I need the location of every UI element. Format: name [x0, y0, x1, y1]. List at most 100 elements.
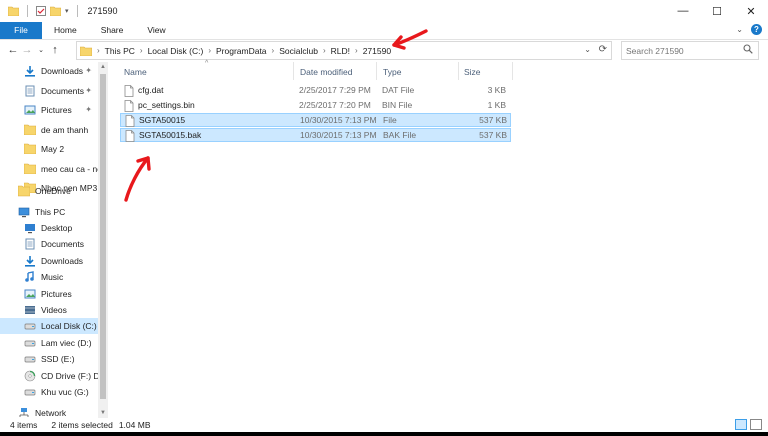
pin-icon: ✦	[85, 105, 92, 114]
file-size: 3 KB	[487, 85, 506, 95]
column-header-name[interactable]: Name	[124, 65, 147, 79]
file-icon	[125, 129, 135, 144]
sidebar-item-meo-cau-ca-ne[interactable]: meo cau ca - ne	[0, 161, 98, 177]
scroll-up-icon[interactable]: ▲	[100, 64, 106, 70]
breadcrumb-programdata[interactable]: ProgramData	[216, 46, 267, 56]
tab-file[interactable]: File	[0, 22, 42, 39]
breadcrumb-separator: ›	[139, 46, 143, 55]
sidebar-item-label: OneDrive	[35, 186, 71, 196]
tab-view[interactable]: View	[135, 22, 177, 39]
sidebar-item-cd-drive-f-d-c[interactable]: CD Drive (F:) D-c	[0, 368, 98, 384]
breadcrumb-this-pc[interactable]: This PC	[105, 46, 135, 56]
file-row-cfg-dat[interactable]: cfg.dat 2/25/2017 7:29 PM DAT File 3 KB	[120, 84, 511, 98]
maximize-button[interactable]: ☐	[700, 0, 734, 22]
sidebar-item-ssd-e[interactable]: SSD (E:)	[0, 351, 98, 367]
sidebar-item-khu-vuc-g[interactable]: Khu vuc (G:)	[0, 384, 98, 400]
column-divider[interactable]	[293, 62, 294, 80]
pin-icon: ✦	[85, 85, 92, 95]
breadcrumb-271590[interactable]: 271590	[363, 46, 391, 56]
sidebar-item-onedrive[interactable]: OneDrive	[0, 183, 98, 199]
view-switcher	[735, 419, 762, 430]
minimize-button[interactable]: —	[666, 0, 700, 22]
column-header-size[interactable]: Size	[464, 65, 481, 79]
file-name: SGTA50015	[139, 115, 186, 125]
file-date-modified: 2/25/2017 7:20 PM	[299, 99, 371, 110]
picture-icon	[24, 288, 36, 300]
window-title: 271590	[87, 6, 118, 16]
picture-icon	[24, 104, 36, 116]
up-button[interactable]: ↑	[48, 42, 62, 58]
sidebar-item-downloads[interactable]: Downloads	[0, 253, 98, 269]
sidebar-item-label: Desktop	[41, 223, 73, 233]
column-header-date[interactable]: Date modified	[300, 65, 352, 79]
column-header-type[interactable]: Type	[383, 65, 401, 79]
tab-home[interactable]: Home	[42, 22, 89, 39]
new-folder-icon[interactable]	[50, 6, 61, 16]
scroll-down-icon[interactable]: ▼	[100, 410, 106, 416]
help-icon[interactable]: ?	[751, 24, 762, 35]
column-divider[interactable]	[512, 62, 513, 80]
customize-toolbar-icon[interactable]: ▾	[65, 7, 69, 15]
sidebar-item-pictures[interactable]: Pictures ✦	[0, 102, 98, 118]
file-type: File	[383, 115, 397, 125]
address-history-chevron-icon[interactable]: ⌄	[584, 45, 591, 54]
sidebar-item-label: SSD (E:)	[41, 354, 75, 365]
sidebar-item-local-disk-c[interactable]: Local Disk (C:)	[0, 318, 98, 335]
details-view-button[interactable]	[735, 419, 747, 430]
column-divider[interactable]	[458, 62, 459, 80]
breadcrumb-socialclub[interactable]: Socialclub	[279, 46, 318, 56]
download-icon	[24, 255, 36, 267]
column-divider[interactable]	[376, 62, 377, 80]
scrollbar-thumb[interactable]	[100, 74, 106, 399]
sidebar-item-label: Documents	[41, 239, 84, 250]
sidebar-item-may-2[interactable]: May 2	[0, 141, 98, 157]
sidebar-item-videos[interactable]: Videos	[0, 302, 98, 318]
sidebar-item-de-am-thanh[interactable]: de am thanh	[0, 122, 98, 138]
sidebar-item-lam-viec-d[interactable]: Lam viec (D:)	[0, 335, 98, 351]
sidebar-item-desktop[interactable]: Desktop	[0, 220, 98, 236]
file-explorer-window: ▾ 271590 — ☐ ✕ File Home Share View ⌄ ? …	[0, 0, 768, 432]
ribbon-tabs: File Home Share View ⌄ ?	[0, 22, 768, 40]
item-count: 4 items	[10, 420, 38, 430]
sidebar-item-label: Downloads	[41, 255, 84, 266]
sidebar-item-network[interactable]: Network	[0, 405, 98, 418]
sidebar-item-label: Downloads	[41, 66, 84, 76]
ribbon-right: ⌄ ?	[736, 24, 762, 35]
computer-icon	[18, 206, 30, 218]
forward-button[interactable]: →	[20, 42, 34, 58]
search-box	[621, 41, 759, 60]
breadcrumb-separator: ›	[97, 46, 100, 55]
folder-icon	[24, 124, 36, 136]
file-row-pc-settings-bin[interactable]: pc_settings.bin 2/25/2017 7:20 PM BIN File…	[120, 99, 511, 113]
chevron-down-icon: ⌄	[38, 47, 44, 54]
navigation-scrollbar[interactable]: ▲ ▼	[98, 62, 108, 418]
search-icon[interactable]	[743, 44, 753, 54]
properties-icon[interactable]	[36, 6, 46, 16]
folder-icon	[80, 46, 92, 56]
file-row-sgta50015[interactable]: SGTA50015 10/30/2015 7:13 PM File 537 KB	[120, 113, 511, 127]
sidebar-item-documents[interactable]: Documents	[0, 236, 98, 252]
tab-share[interactable]: Share	[89, 22, 136, 39]
file-type: DAT File	[382, 85, 415, 95]
file-row-sgta50015-bak[interactable]: SGTA50015.bak 10/30/2015 7:13 PM BAK File 5…	[120, 127, 511, 144]
breadcrumb-local-disk[interactable]: Local Disk (C:)	[148, 46, 204, 56]
expand-ribbon-icon[interactable]: ⌄	[736, 25, 743, 34]
close-button[interactable]: ✕	[734, 0, 768, 22]
large-icons-view-button[interactable]	[750, 419, 762, 430]
pin-icon: ✦	[85, 66, 92, 75]
refresh-icon[interactable]: ⟳	[599, 44, 607, 55]
document-icon	[24, 238, 36, 250]
search-input[interactable]	[622, 44, 740, 57]
sidebar-item-pictures[interactable]: Pictures	[0, 286, 98, 302]
back-button[interactable]: ←	[6, 42, 20, 58]
sidebar-item-label: meo cau ca - ne	[41, 163, 98, 174]
sidebar-item-downloads[interactable]: Downloads ✦	[0, 63, 98, 79]
file-icon	[124, 85, 134, 99]
sidebar-item-documents[interactable]: Documents ✦	[0, 83, 98, 99]
sidebar-item-music[interactable]: Music	[0, 269, 98, 285]
sidebar-item-this-pc[interactable]: This PC	[0, 204, 98, 220]
recent-locations-button[interactable]: ⌄	[34, 42, 48, 58]
address-bar[interactable]: › This PC › Local Disk (C:) › ProgramDat…	[76, 41, 612, 60]
sidebar-item-label: Lam viec (D:)	[41, 337, 92, 348]
breadcrumb-rld[interactable]: RLD!	[331, 46, 350, 56]
